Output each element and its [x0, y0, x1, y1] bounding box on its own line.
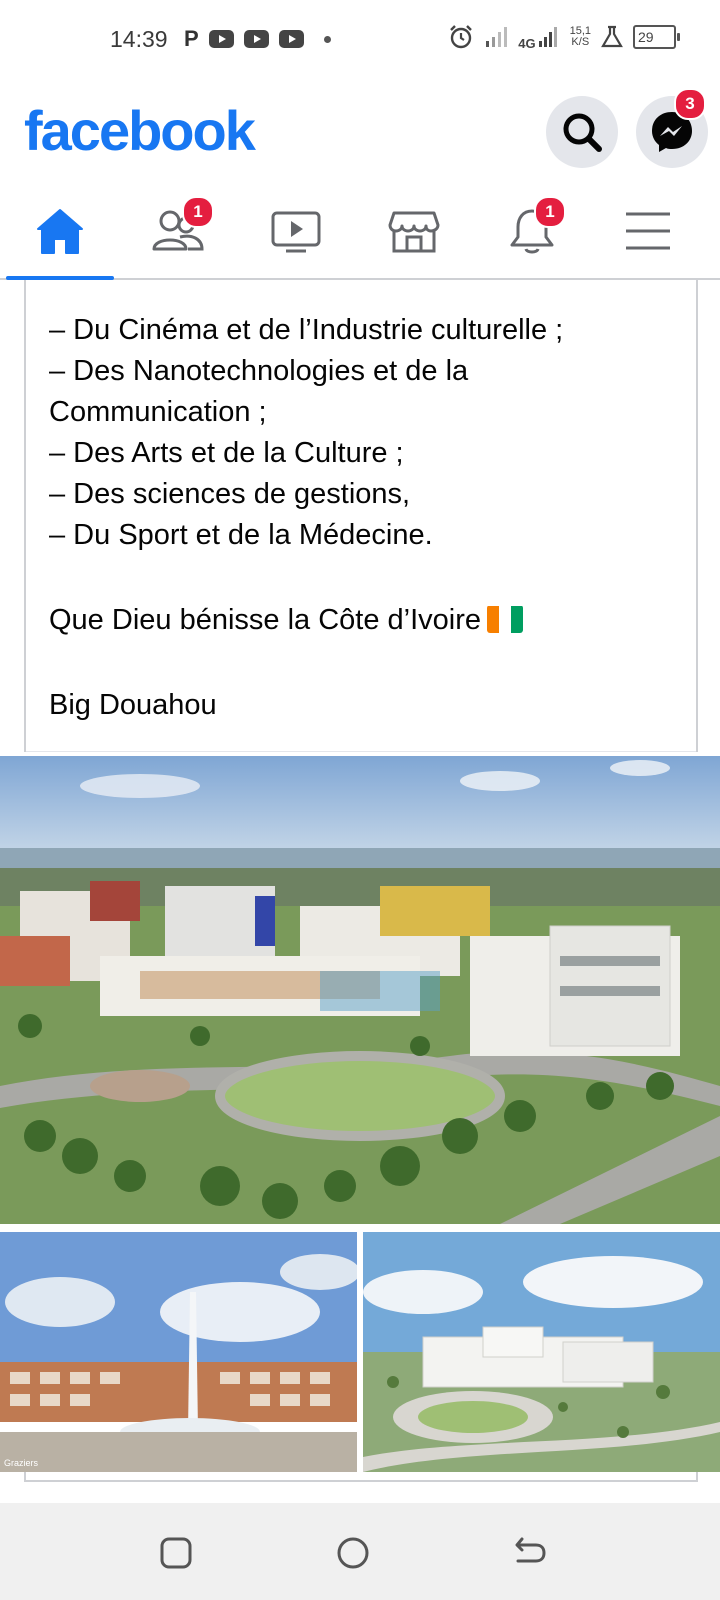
post-text-line: – Des Nanotechnologies et de la Communic… [49, 355, 477, 428]
recents-button[interactable] [156, 1533, 196, 1573]
youtube-icon [278, 30, 304, 48]
home-circle-icon [337, 1537, 369, 1569]
post-card-bottom-border [24, 1472, 698, 1482]
hospital-render-image [363, 1232, 720, 1472]
tab-watch[interactable] [236, 184, 356, 278]
status-bar: 14:39 P 4G 15,1 K/S 29 [0, 0, 720, 80]
back-button[interactable] [510, 1533, 550, 1573]
post-text-line: – Du Sport et de la Médecine. [49, 519, 433, 551]
store-icon [388, 211, 440, 253]
post-blessing-line: Que Dieu bénisse la Côte d’Ivoire [49, 600, 669, 641]
recents-icon [160, 1537, 192, 1569]
search-icon [563, 113, 602, 152]
post-photo-hospital-render[interactable] [363, 1232, 720, 1472]
notification-icons: P [184, 28, 331, 50]
battery-indicator: 29 [633, 25, 680, 49]
more-notifications-icon [323, 35, 331, 43]
fountain-building-image: Graziers [0, 1232, 357, 1472]
hamburger-menu-icon [626, 212, 670, 250]
tab-menu[interactable] [588, 184, 708, 278]
back-icon [515, 1537, 546, 1563]
post-card: – Du Cinéma et de l’Industrie culturelle… [24, 280, 698, 752]
main-tab-bar: 1 1 [0, 184, 720, 280]
post-text-line: – Des Arts et de la Culture ; [49, 437, 404, 469]
system-navigation-bar [0, 1503, 720, 1600]
tab-marketplace[interactable] [354, 184, 474, 278]
tab-home[interactable] [0, 184, 120, 280]
facebook-logo[interactable]: facebook [24, 98, 256, 163]
tab-notifications[interactable]: 1 [472, 184, 592, 278]
friends-badge: 1 [182, 196, 214, 228]
home-icon [37, 209, 83, 254]
tab-friends[interactable]: 1 [118, 184, 238, 278]
search-button[interactable] [546, 96, 618, 168]
post-blessing-text: Que Dieu bénisse la Côte d’Ivoire [49, 604, 482, 636]
notifications-badge: 1 [534, 196, 566, 228]
alarm-icon [450, 25, 473, 49]
post-body: – Du Cinéma et de l’Industrie culturelle… [49, 310, 669, 726]
app-header: facebook 3 [0, 80, 720, 184]
divider [26, 751, 696, 752]
youtube-icon [243, 30, 269, 48]
post-text-line: – Des sciences de gestions, [49, 478, 411, 510]
network-speed: 15,1 K/S [569, 25, 591, 48]
system-icons: 4G 15,1 K/S 29 [448, 24, 680, 50]
flask-icon [601, 25, 623, 48]
photo-caption: Graziers [4, 1458, 39, 1468]
home-button[interactable] [333, 1533, 373, 1573]
status-time: 14:39 [110, 26, 168, 52]
post-photo-hospital-aerial[interactable] [0, 756, 720, 1224]
hospital-aerial-image [0, 756, 720, 1224]
ivory-coast-flag-icon [487, 605, 524, 633]
post-signature: Big Douahou [49, 689, 217, 721]
messenger-button[interactable]: 3 [636, 88, 708, 168]
signal-icon [486, 27, 508, 47]
post-photo-building-fountain[interactable]: Graziers [0, 1232, 357, 1472]
post-text-line: – Du Cinéma et de l’Industrie culturelle… [49, 314, 564, 346]
parking-notification-icon: P [184, 26, 199, 51]
messenger-badge: 3 [674, 88, 706, 120]
network-4g-indicator: 4G [518, 25, 559, 50]
signal-strength-icon [538, 27, 557, 47]
youtube-icon [208, 30, 234, 48]
video-icon [271, 211, 321, 253]
